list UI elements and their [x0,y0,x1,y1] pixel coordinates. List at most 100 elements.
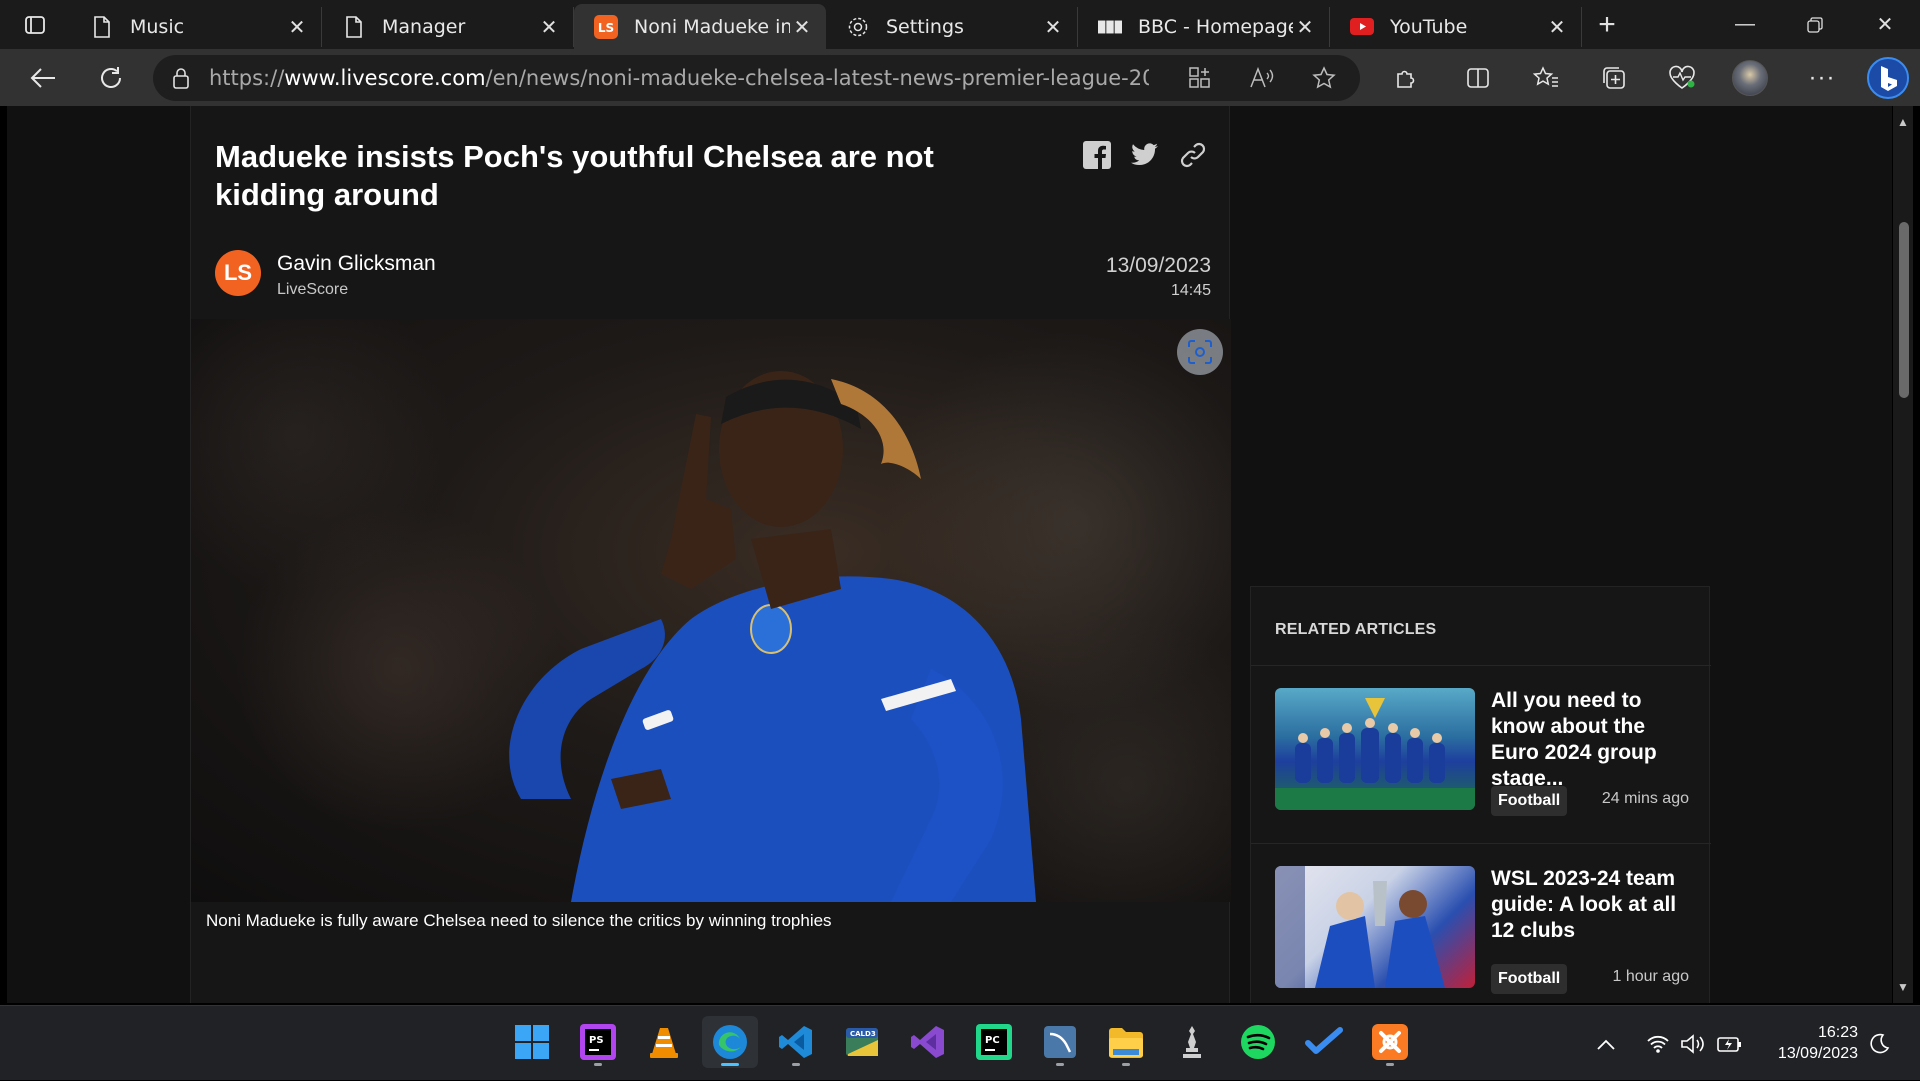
split-screen-button[interactable] [1450,55,1506,101]
lock-icon[interactable] [153,67,209,89]
tab-actions-button[interactable] [0,0,70,49]
url-scheme: https:// [209,66,285,90]
publish-time: 14:45 [1170,282,1211,299]
tab-manager[interactable]: Manager ✕ [322,6,574,47]
related-article-item[interactable]: WSL 2023-24 team guide: A look at all 12… [1251,843,1711,1003]
chess-button[interactable] [1164,1016,1220,1068]
related-article-item[interactable]: All you need to know about the Euro 2024… [1251,665,1711,843]
category-tag[interactable]: Football [1491,786,1568,816]
refresh-icon [101,66,121,88]
vscode-icon [779,1026,812,1058]
taskbar: PS CALD3 PC 16:23 13/09/2023 [0,1005,1920,1080]
spotify-button[interactable] [1230,1016,1286,1068]
article: Madueke insists Poch's youthful Chelsea … [190,106,1231,1003]
tab-actions-icon [25,15,45,34]
file-explorer-button[interactable] [1098,1016,1154,1068]
browser-essentials-button[interactable] [1654,55,1710,101]
tab-label: Music [130,15,185,38]
visual-search-button[interactable] [1177,329,1223,375]
mysql-workbench-icon [1044,1026,1076,1058]
twitter-share-button[interactable] [1131,141,1159,169]
related-headline[interactable]: All you need to know about the Euro 2024… [1491,688,1691,792]
puzzle-icon [1397,70,1415,88]
collections-button[interactable] [1586,55,1642,101]
battery-button[interactable] [1716,1006,1744,1081]
address-bar[interactable]: https://www.livescore.com/en/news/noni-m… [153,55,1360,101]
clock-time: 16:23 [1817,1024,1858,1041]
favorites-icon [1533,65,1558,87]
scrollbar-thumb[interactable] [1899,222,1909,398]
svg-text:LS: LS [598,21,614,35]
vscode-button[interactable] [768,1016,824,1068]
volume-button[interactable] [1680,1006,1706,1081]
start-button[interactable] [504,1016,560,1068]
svg-text:CALD3: CALD3 [850,1030,876,1038]
related-articles-title: RELATED ARTICLES [1275,621,1437,638]
related-headline[interactable]: WSL 2023-24 team guide: A look at all 12… [1491,866,1691,944]
restore-button[interactable] [1780,0,1850,49]
scroll-down-icon[interactable]: ▼ [1897,981,1909,993]
url-text[interactable]: https://www.livescore.com/en/news/noni-m… [209,66,1149,90]
pycharm-button[interactable]: PC [966,1016,1022,1068]
collections-icon [1603,66,1625,89]
publish-date: 13/09/2023 [1105,254,1211,277]
related-time: 1 hour ago [1612,968,1689,985]
show-hidden-icons-button[interactable] [1596,1006,1616,1081]
close-icon[interactable]: ✕ [1293,15,1317,39]
category-tag[interactable]: Football [1491,964,1568,994]
read-aloud-button[interactable] [1236,58,1288,98]
copy-link-button[interactable] [1179,141,1207,169]
tab-music[interactable]: Music ✕ [70,6,322,47]
xampp-button[interactable] [1362,1016,1418,1068]
url-host: www.livescore.com [284,66,486,90]
heart-pulse-icon [1669,65,1695,89]
hero-image [191,319,1231,902]
system-clock[interactable]: 16:23 13/09/2023 [1778,1022,1858,1064]
more-button[interactable]: ··· [1794,55,1850,101]
close-icon[interactable]: ✕ [1041,15,1065,39]
spotify-icon [1241,1025,1275,1059]
tab-noni-madueke[interactable]: LS Noni Madueke insi ✕ [574,4,826,49]
back-button[interactable] [15,55,71,101]
share-bar [1083,141,1207,169]
scroll-up-icon[interactable]: ▲ [1897,116,1909,128]
close-icon[interactable]: ✕ [537,15,561,39]
todo-icon [1305,1027,1343,1054]
close-icon: ✕ [1876,14,1894,36]
notifications-button[interactable] [1868,1006,1890,1081]
player-illustration [509,371,1036,902]
extensions-button[interactable] [1378,55,1434,101]
page-scrollbar[interactable]: ▲ ▼ [1893,106,1913,1003]
pycharm-icon: PC [976,1024,1012,1060]
minimize-button[interactable]: — [1710,0,1780,49]
bing-copilot-button[interactable] [1860,55,1916,101]
add-favorite-button[interactable] [1298,58,1350,98]
tab-bbc[interactable]: BBC - Homepage ✕ [1078,6,1330,47]
facebook-icon [1083,141,1111,169]
refresh-button[interactable] [83,55,139,101]
todo-button[interactable] [1296,1016,1352,1068]
calculator-button[interactable]: CALD3 [834,1016,890,1068]
profile-button[interactable] [1722,55,1778,101]
mysql-workbench-button[interactable] [1032,1016,1088,1068]
facebook-share-button[interactable] [1083,141,1111,169]
phpstorm-button[interactable]: PS [570,1016,626,1068]
favorites-button[interactable] [1518,55,1574,101]
close-icon[interactable]: ✕ [790,15,814,39]
tab-settings[interactable]: Settings ✕ [826,6,1078,47]
close-window-button[interactable]: ✕ [1850,0,1920,49]
vlc-button[interactable] [636,1016,692,1068]
edge-button[interactable] [702,1016,758,1068]
close-icon[interactable]: ✕ [1545,15,1569,39]
tab-label: Settings [886,15,964,38]
wifi-button[interactable] [1646,1006,1670,1081]
new-tab-button[interactable]: + [1582,5,1632,45]
youtube-icon [1350,15,1374,39]
related-thumbnail [1275,688,1475,810]
author-name[interactable]: Gavin Glicksman [277,252,436,276]
close-icon[interactable]: ✕ [285,15,309,39]
visual-studio-button[interactable] [900,1016,956,1068]
more-icon: ··· [1808,63,1836,91]
app-available-button[interactable] [1174,58,1226,98]
tab-youtube[interactable]: YouTube ✕ [1330,6,1582,47]
